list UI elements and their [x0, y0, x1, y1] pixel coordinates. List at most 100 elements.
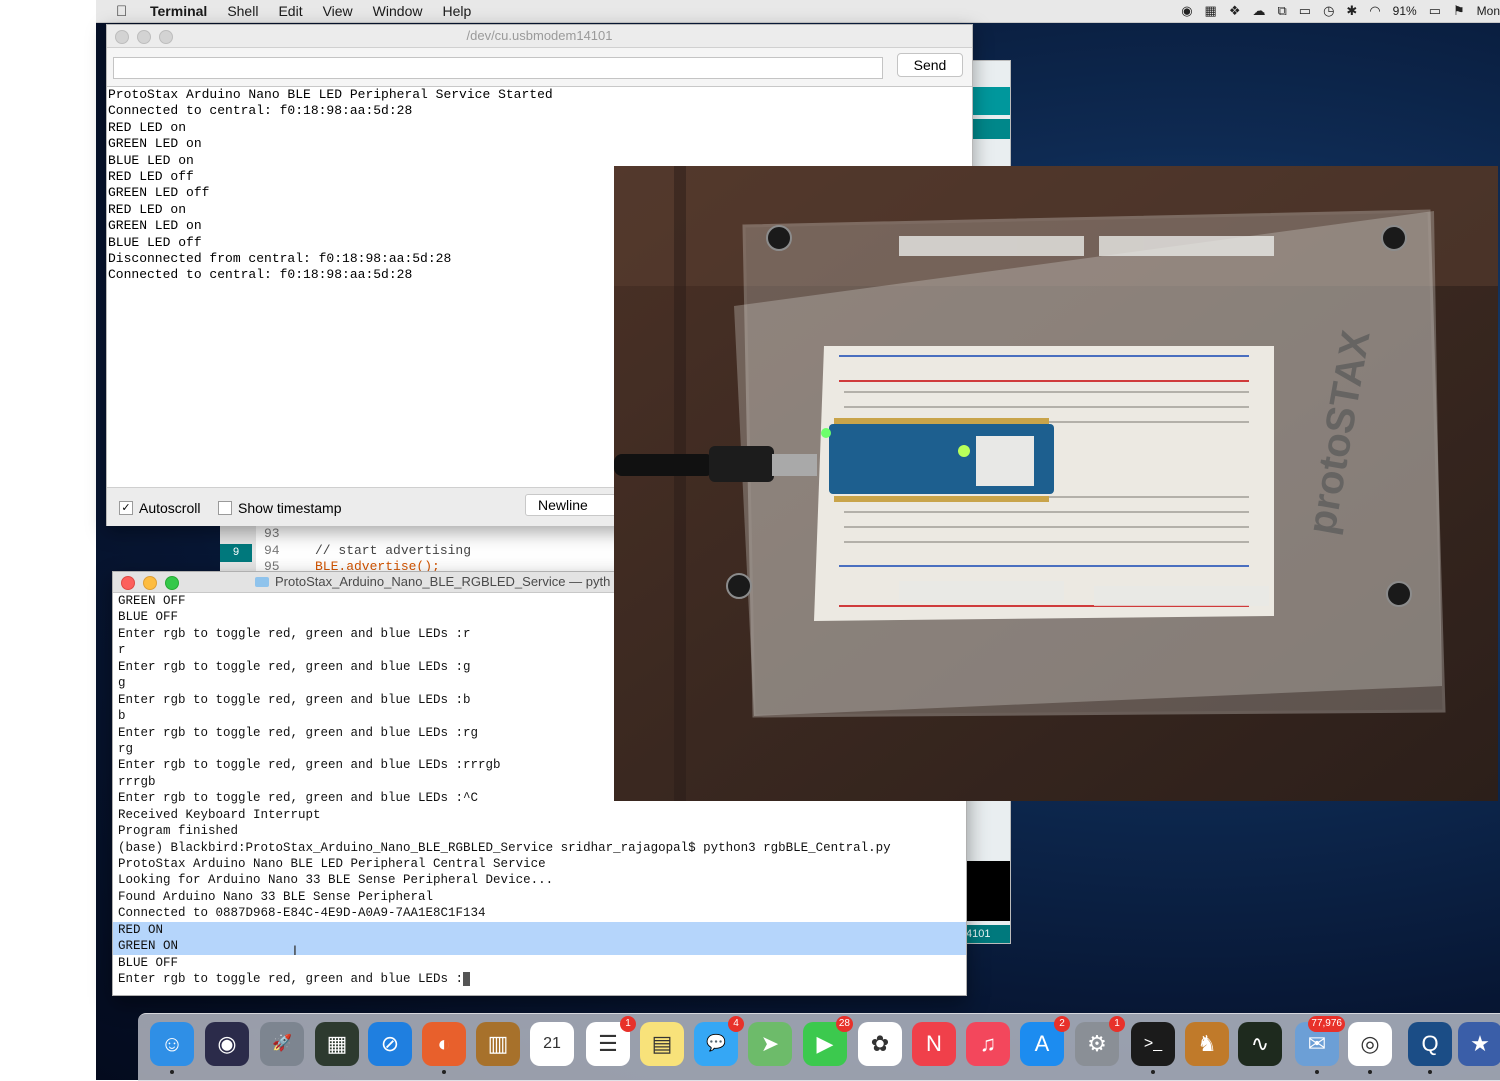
dock-notebook-icon[interactable]: ▥	[476, 1022, 520, 1066]
minimize-button[interactable]	[137, 30, 151, 44]
serial-monitor-title: /dev/cu.usbmodem14101	[466, 28, 613, 43]
dropbox-icon[interactable]: ❖	[1229, 3, 1241, 19]
dock: ☺ ◉ 🚀 ▦ ⊘ ◐ ▥ 21 ☰ 1 ▤ 💬 4 ➤ ▶ 28 ✿ N ♫ A 2 ⚙ 1 >_ ♞ ∿ ✉ 77,976 ◎ Q ★	[138, 1013, 1500, 1081]
screen-record-icon[interactable]: ◉	[1181, 3, 1192, 19]
send-button[interactable]: Send	[897, 53, 963, 77]
serial-output-line: Connected to central: f0:18:98:aa:5d:28	[108, 103, 413, 119]
dock-notes-icon[interactable]: ▤	[640, 1022, 684, 1066]
dock-siri-icon[interactable]: ◉	[205, 1022, 249, 1066]
terminal-line: Program finished	[118, 824, 239, 839]
running-indicator	[1151, 1070, 1155, 1074]
dock-launchpad-icon[interactable]: 🚀	[260, 1022, 304, 1066]
dock-music-icon[interactable]: ♫	[966, 1022, 1010, 1066]
serial-send-input[interactable]	[113, 57, 883, 79]
dock-activity-monitor-icon[interactable]: ∿	[1238, 1022, 1282, 1066]
text-cursor-icon: I	[293, 942, 297, 958]
dock-badge: 28	[835, 1016, 853, 1032]
battery-percent[interactable]: 91%	[1393, 4, 1417, 18]
dock-system-preferences-icon[interactable]: ⚙ 1	[1075, 1016, 1125, 1066]
dock-mail-icon[interactable]: ✉ 77,976	[1295, 1016, 1345, 1074]
dock-reminders-icon[interactable]: ☰ 1	[586, 1016, 636, 1066]
menu-shell[interactable]: Shell	[227, 3, 258, 19]
dock-terminal-icon[interactable]: >_	[1131, 1022, 1175, 1074]
autoscroll-check-icon[interactable]: ✓	[119, 501, 133, 515]
timestamp-check-box[interactable]	[218, 501, 232, 515]
menu-edit[interactable]: Edit	[278, 3, 302, 19]
ide-code-line: // start advertising	[315, 543, 472, 558]
terminal-cursor	[463, 971, 471, 986]
dock-facetime-icon[interactable]: ▶ 28	[803, 1016, 853, 1066]
close-button[interactable]	[121, 576, 135, 590]
ide-console	[966, 861, 1010, 921]
clock[interactable]: Mon	[1477, 4, 1500, 18]
running-indicator	[1428, 1070, 1432, 1074]
terminal-line: RED ON	[113, 921, 966, 939]
serial-output-line: GREEN LED on	[108, 136, 202, 152]
apple-menu-icon[interactable]: 	[116, 3, 134, 20]
dock-chrome-icon[interactable]: ◎	[1348, 1022, 1392, 1074]
autoscroll-label: Autoscroll	[139, 500, 201, 516]
timestamp-checkbox[interactable]: Show timestamp	[218, 500, 341, 516]
window-controls	[121, 576, 179, 590]
terminal-line: Enter rgb to toggle red, green and blue …	[113, 971, 966, 987]
dock-calendar-icon[interactable]: 21	[530, 1022, 574, 1066]
dock-safari-icon[interactable]: ⊘	[368, 1022, 412, 1066]
dock-news-icon[interactable]: N	[912, 1022, 956, 1066]
dock-gnu-app-icon[interactable]: ♞	[1185, 1022, 1229, 1066]
menu-view[interactable]: View	[323, 3, 353, 19]
dock-firefox-icon[interactable]: ◐	[422, 1022, 466, 1074]
protostax-enclosure-image: protoSTAX	[614, 166, 1498, 801]
zoom-button[interactable]	[159, 30, 173, 44]
autoscroll-checkbox[interactable]: ✓ Autoscroll	[119, 500, 200, 516]
dock-mission-control-icon[interactable]: ▦	[315, 1022, 359, 1066]
airplay-icon[interactable]: ▭	[1299, 3, 1311, 19]
ide-line-number: 93	[264, 526, 280, 541]
terminal-line: (base) Blackbird:ProtoStax_Arduino_Nano_…	[118, 840, 891, 855]
serial-monitor-titlebar: /dev/cu.usbmodem14101	[107, 25, 972, 48]
ide-code-editor: 9 93 94 95 // start advertising BLE.adve…	[220, 524, 615, 574]
cloud-icon[interactable]: ☁	[1252, 3, 1265, 19]
menu-help[interactable]: Help	[442, 3, 471, 19]
menu-app-name[interactable]: Terminal	[150, 3, 207, 19]
serial-output-line: RED LED on	[108, 119, 187, 135]
running-indicator	[442, 1070, 446, 1074]
folder-icon	[255, 577, 269, 587]
terminal-line: GREEN ON	[113, 938, 966, 955]
running-indicator	[1315, 1070, 1319, 1074]
timestamp-label: Show timestamp	[238, 500, 342, 516]
dock-photos-icon[interactable]: ✿	[858, 1022, 902, 1066]
ide-status-bar: 4101	[966, 925, 1010, 943]
dock-badge: 1	[1109, 1016, 1125, 1032]
menu-window[interactable]: Window	[373, 3, 423, 19]
minimize-button[interactable]	[143, 576, 157, 590]
ide-gutter-badge: 9	[220, 544, 252, 562]
dock-badge: 4	[728, 1016, 744, 1032]
keyboard-icon[interactable]: ▦	[1205, 3, 1217, 19]
windows-icon[interactable]: ⧉	[1277, 3, 1286, 19]
serial-output-line: ProtoStax Arduino Nano BLE LED Periphera…	[108, 87, 553, 102]
dock-app-store-icon[interactable]: A2	[1020, 1016, 1070, 1066]
dock-messages-icon[interactable]: 💬 4	[694, 1016, 744, 1066]
bluetooth-icon[interactable]: ✱	[1346, 3, 1357, 19]
window-controls	[115, 30, 173, 44]
dock-maps-icon[interactable]: ➤	[748, 1022, 792, 1066]
time-machine-icon[interactable]: ◷	[1323, 3, 1334, 19]
terminal-line: Looking for Arduino Nano 33 BLE Sense Pe…	[118, 873, 554, 888]
close-button[interactable]	[115, 30, 129, 44]
wifi-icon[interactable]: ◠	[1369, 3, 1380, 19]
zoom-button[interactable]	[165, 576, 179, 590]
flag-icon[interactable]: ⚑	[1453, 3, 1465, 19]
serial-input-row: Send	[107, 48, 972, 88]
battery-icon[interactable]: ▭	[1429, 3, 1441, 19]
dock-bookmark-icon[interactable]: ★	[1458, 1022, 1500, 1066]
dock-finder-icon[interactable]: ☺	[150, 1022, 194, 1074]
terminal-title: ProtoStax_Arduino_Nano_BLE_RGBLED_Servic…	[275, 574, 611, 589]
terminal-line: ProtoStax Arduino Nano BLE LED Periphera…	[118, 857, 546, 871]
running-indicator	[170, 1070, 174, 1074]
terminal-line: BLUE OFF	[118, 955, 179, 970]
dock-quicktime-icon[interactable]: Q	[1408, 1022, 1452, 1074]
ide-line-number: 94	[264, 543, 280, 558]
dock-badge: 77,976	[1308, 1016, 1345, 1032]
dock-badge: 2	[1054, 1016, 1070, 1032]
running-indicator	[1368, 1070, 1372, 1074]
